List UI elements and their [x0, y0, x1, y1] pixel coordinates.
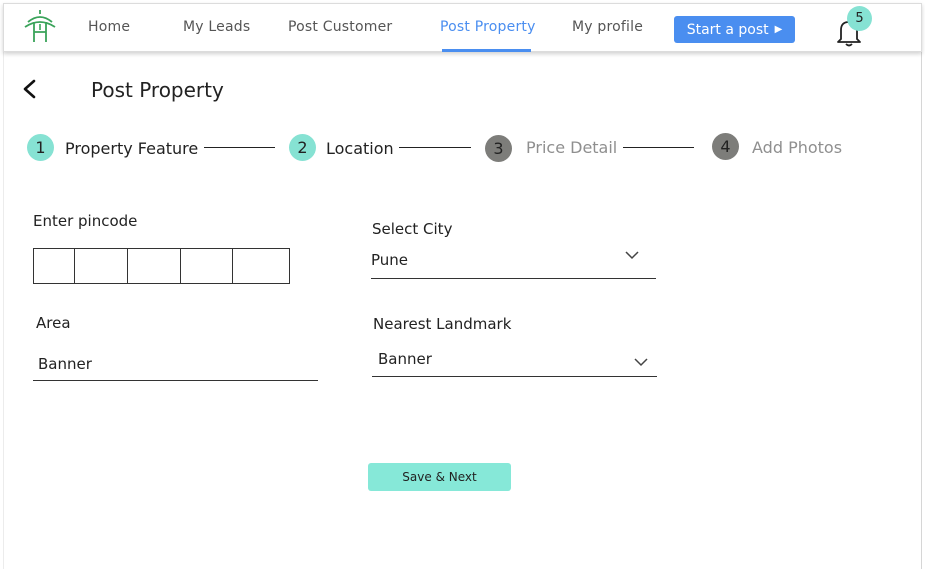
city-label: Select City: [372, 220, 453, 238]
pincode-label: Enter pincode: [33, 212, 138, 230]
pincode-digit-2[interactable]: [75, 249, 128, 283]
step-1-label[interactable]: Property Feature: [65, 139, 198, 158]
landmark-field-underline: [372, 376, 657, 377]
area-field-underline: [33, 380, 318, 381]
step-2-number[interactable]: 2: [289, 134, 316, 161]
play-arrow-icon: ▶: [774, 24, 783, 35]
landmark-value[interactable]: Banner: [378, 350, 432, 368]
back-arrow-icon[interactable]: [20, 78, 40, 100]
pincode-input-group: [33, 248, 290, 284]
step-connector: [623, 147, 694, 148]
step-1-number[interactable]: 1: [27, 134, 54, 161]
start-post-label: Start a post: [686, 21, 769, 38]
city-value[interactable]: Pune: [371, 251, 408, 269]
step-3-number[interactable]: 3: [485, 135, 512, 162]
nav-post-property[interactable]: Post Property: [440, 19, 536, 35]
save-and-next-button[interactable]: Save & Next: [368, 463, 511, 491]
nav-my-leads[interactable]: My Leads: [183, 19, 250, 35]
step-connector: [399, 147, 471, 148]
nav-my-profile[interactable]: My profile: [572, 19, 643, 35]
step-3-label[interactable]: Price Detail: [526, 138, 617, 157]
chevron-down-icon[interactable]: [634, 358, 648, 367]
pincode-digit-4[interactable]: [181, 249, 233, 283]
step-connector: [204, 147, 275, 148]
pincode-digit-1[interactable]: [34, 249, 75, 283]
page-title: Post Property: [91, 78, 224, 102]
step-4-label[interactable]: Add Photos: [752, 138, 842, 157]
notification-count-badge: 5: [847, 6, 872, 31]
nav-home[interactable]: Home: [88, 19, 130, 35]
area-label: Area: [36, 314, 71, 332]
start-a-post-button[interactable]: Start a post ▶: [674, 16, 795, 43]
chevron-down-icon[interactable]: [625, 251, 639, 260]
nav-post-customer[interactable]: Post Customer: [288, 19, 392, 35]
active-tab-indicator: [442, 49, 531, 52]
landmark-label: Nearest Landmark: [373, 315, 512, 333]
step-4-number[interactable]: 4: [712, 133, 739, 160]
logo-icon[interactable]: [22, 8, 58, 44]
step-2-label[interactable]: Location: [326, 139, 394, 158]
city-field-underline: [371, 278, 656, 279]
area-value[interactable]: Banner: [38, 355, 92, 373]
pincode-digit-5[interactable]: [233, 249, 289, 283]
pincode-digit-3[interactable]: [128, 249, 181, 283]
